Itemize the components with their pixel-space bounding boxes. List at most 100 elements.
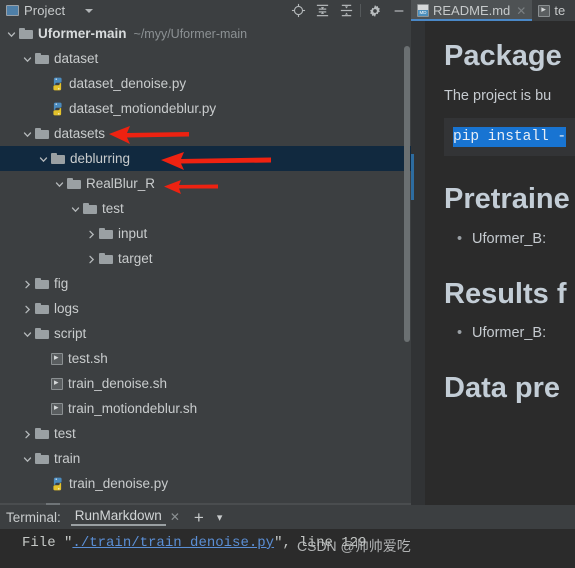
folder-icon	[51, 153, 65, 164]
tree-row-test-sh[interactable]: test.sh	[0, 346, 411, 371]
tree-row-dataset-motiondeblur-py[interactable]: dataset_motiondeblur.py	[0, 96, 411, 121]
markdown-preview-panel: Package The project is bu pip install - …	[411, 21, 575, 505]
tree-row-test[interactable]: test	[0, 421, 411, 446]
preview-code-block: pip install -	[444, 117, 575, 156]
chevron-right-icon[interactable]	[86, 253, 97, 264]
chevron-down-icon[interactable]	[22, 328, 33, 339]
folder-icon	[83, 203, 97, 214]
tree-row-label: train_denoise.sh	[68, 376, 168, 391]
terminal-tab-runmarkdown[interactable]: RunMarkdown	[70, 508, 166, 526]
tree-row-train-motiondeblur-sh[interactable]: train_motiondeblur.sh	[0, 396, 411, 421]
tree-row-dataset-denoise-py[interactable]: dataset_denoise.py	[0, 71, 411, 96]
folder-icon	[35, 428, 49, 439]
chevron-down-icon[interactable]: ▾	[217, 511, 223, 524]
tab-label: README.md	[433, 3, 511, 18]
tab-test-sh[interactable]: te	[532, 0, 571, 21]
tab-readme-md[interactable]: README.md ✕	[411, 0, 533, 21]
tree-row-train-denoise-sh[interactable]: train_denoise.sh	[0, 371, 411, 396]
chevron-down-icon[interactable]	[54, 178, 65, 189]
preview-heading-package: Package	[444, 40, 562, 72]
plus-icon[interactable]: +	[194, 509, 204, 526]
tree-row-target[interactable]: target	[0, 246, 411, 271]
tree-row-train[interactable]: train	[0, 446, 411, 471]
project-toolwindow-title: Project	[24, 3, 66, 18]
project-toolwindow-title-group[interactable]: Project	[6, 2, 94, 19]
tree-row-dataset[interactable]: dataset	[0, 46, 411, 71]
preview-heading-data-prep: Data pre	[444, 372, 561, 405]
settings-gear-icon[interactable]	[363, 0, 387, 21]
terminal-label: Terminal:	[6, 509, 61, 525]
project-tree[interactable]: Uformer-main ~/myy/Uformer-main dataset d…	[0, 21, 411, 505]
tree-row-label: dataset	[54, 51, 99, 66]
tree-row-label: dataset_denoise.py	[69, 76, 187, 91]
tree-row-label: RealBlur_R	[86, 176, 156, 191]
tree-row-script[interactable]: script	[0, 321, 411, 346]
chevron-down-icon[interactable]	[6, 28, 17, 39]
preview-paragraph: The project is bu	[444, 87, 552, 104]
folder-icon	[67, 178, 81, 189]
csdn-watermark: CSDN @帅帅爱吃	[297, 538, 411, 554]
preview-bullet-item: Uformer_B:	[457, 325, 575, 341]
tree-row-deblurring[interactable]: deblurring	[0, 146, 411, 171]
chevron-down-icon[interactable]	[85, 8, 94, 13]
tree-row-label: input	[118, 226, 148, 241]
preview-heading-results: Results f	[444, 277, 567, 310]
folder-icon	[35, 328, 49, 339]
tab-label: te	[554, 3, 566, 18]
chevron-right-icon[interactable]	[22, 278, 33, 289]
chevron-right-icon[interactable]	[22, 303, 33, 314]
tree-row-label: test.sh	[68, 351, 108, 366]
chevron-down-icon[interactable]	[22, 453, 33, 464]
collapse-all-icon[interactable]	[334, 0, 358, 21]
gutter-change-marker	[411, 154, 414, 200]
tree-vertical-scrollbar[interactable]	[404, 46, 410, 342]
tree-root-label: Uformer-main	[38, 26, 127, 41]
tree-row-label: target	[118, 251, 153, 266]
project-toolbar	[286, 0, 411, 21]
tree-row-test[interactable]: test	[0, 196, 411, 221]
chevron-down-icon[interactable]	[38, 153, 49, 164]
shell-script-icon	[51, 401, 63, 415]
tree-rows-container: dataset dataset_denoise.py dataset_motiond…	[0, 46, 411, 496]
folder-icon	[99, 253, 113, 264]
terminal-toolbar: Terminal: RunMarkdown ✕ + ▾	[0, 505, 575, 529]
terminal-output[interactable]: File "./train/train_denoise.py", line 12…	[0, 529, 575, 568]
folder-icon	[35, 303, 49, 314]
close-icon[interactable]: ✕	[170, 510, 180, 524]
tree-row-datasets[interactable]: datasets	[0, 121, 411, 146]
tree-row-label: train_denoise.py	[69, 476, 169, 491]
tree-row-realblur-r[interactable]: RealBlur_R	[0, 171, 411, 196]
chevron-down-icon[interactable]	[70, 203, 81, 214]
close-icon[interactable]: ✕	[516, 4, 526, 18]
tree-row-logs[interactable]: logs	[0, 296, 411, 321]
editor-gutter	[411, 21, 425, 505]
folder-icon	[99, 228, 113, 239]
chevron-right-icon[interactable]	[86, 228, 97, 239]
tree-row-train-denoise-py[interactable]: train_denoise.py	[0, 471, 411, 496]
tree-row-label: fig	[54, 276, 69, 291]
expand-all-icon[interactable]	[310, 0, 334, 21]
folder-icon	[35, 128, 49, 139]
chevron-down-icon[interactable]	[22, 128, 33, 139]
python-file-icon	[51, 102, 64, 116]
locate-in-tree-icon[interactable]	[286, 0, 310, 21]
folder-icon	[35, 53, 49, 64]
folder-icon	[35, 278, 49, 289]
tree-root-path: ~/myy/Uformer-main	[133, 26, 248, 41]
preview-bullet-item: Uformer_B:	[457, 231, 575, 247]
chevron-down-icon[interactable]	[22, 53, 33, 64]
tree-row-label: test	[54, 426, 76, 441]
hide-panel-icon[interactable]	[387, 0, 411, 21]
python-file-icon	[51, 77, 64, 91]
terminal-output-prefix: File "	[22, 535, 73, 551]
tree-row-fig[interactable]: fig	[0, 271, 411, 296]
folder-icon	[35, 453, 49, 464]
tree-row-input[interactable]: input	[0, 221, 411, 246]
tree-row-label: train	[54, 451, 81, 466]
terminal-file-link[interactable]: ./train/train_denoise.py	[72, 535, 274, 551]
chevron-right-icon[interactable]	[22, 428, 33, 439]
tree-row-label: dataset_motiondeblur.py	[69, 101, 217, 116]
tree-row-root[interactable]: Uformer-main ~/myy/Uformer-main	[0, 21, 411, 46]
shell-script-icon	[51, 351, 63, 365]
project-toolwindow-header: Project	[0, 0, 411, 21]
